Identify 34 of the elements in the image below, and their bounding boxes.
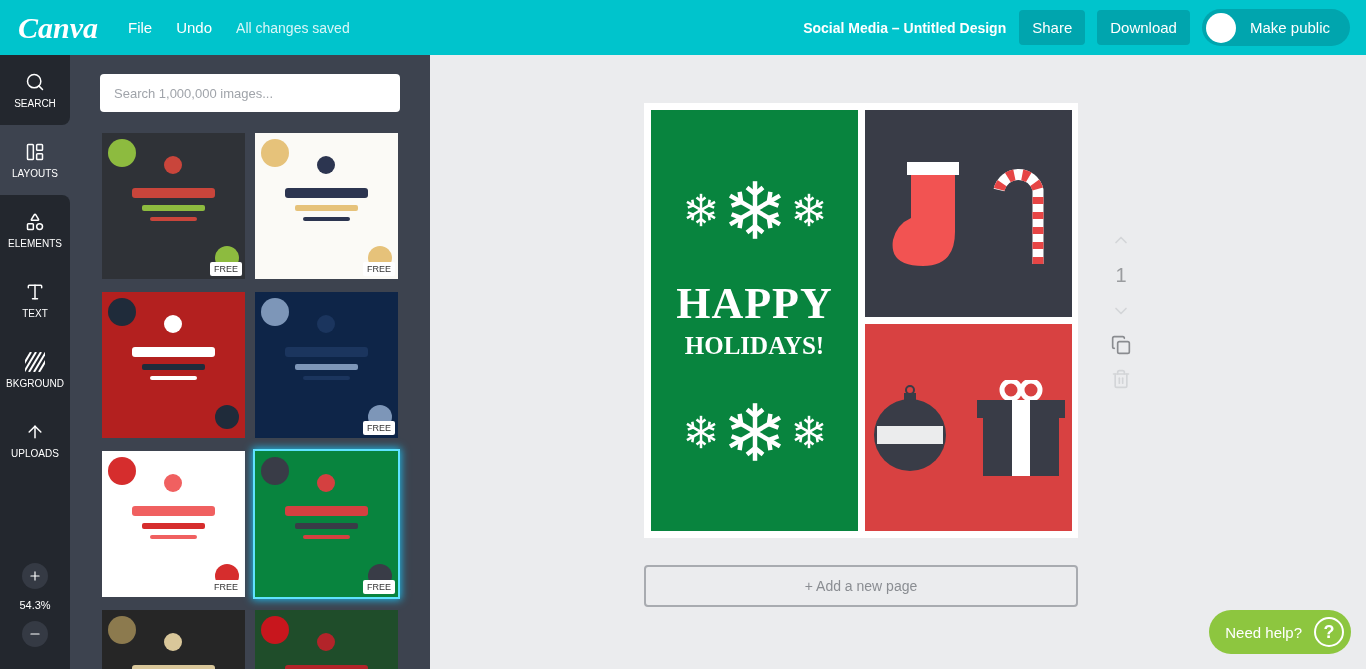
logo[interactable]: Canva	[18, 10, 98, 45]
help-button[interactable]: Need help? ?	[1209, 610, 1351, 654]
zoom-in-button[interactable]	[22, 563, 48, 589]
sidebar-tab[interactable]: SEARCH	[0, 55, 70, 125]
free-badge: FREE	[210, 262, 242, 276]
zoom-level: 54.3%	[19, 599, 51, 611]
save-status: All changes saved	[236, 19, 350, 36]
sidebar-tab[interactable]: ELEMENTS	[0, 195, 70, 265]
shapes-icon	[25, 211, 45, 232]
share-button[interactable]: Share	[1019, 10, 1086, 45]
layout-icon	[25, 141, 45, 162]
menu-item[interactable]: File	[128, 19, 153, 36]
free-badge: FREE	[363, 262, 395, 276]
make-public-toggle[interactable]: Make public	[1201, 9, 1350, 46]
page-number: 1	[1115, 264, 1127, 287]
hatch-icon	[25, 351, 45, 372]
free-badge: FREE	[363, 580, 395, 594]
ornament-icon	[872, 383, 947, 472]
download-button[interactable]: Download	[1097, 10, 1190, 45]
sidebar-tab[interactable]: BKGROUND	[0, 335, 70, 405]
plus-icon	[28, 569, 42, 583]
gift-icon	[976, 379, 1065, 476]
sidebar-tab[interactable]: UPLOADS	[0, 405, 70, 475]
search-icon	[25, 71, 45, 92]
design-title: Social Media – Untitled Design	[803, 19, 1007, 36]
add-page-button[interactable]: + Add a new page	[644, 565, 1078, 607]
sidebar-tab[interactable]: TEXT	[0, 265, 70, 335]
headline: HAPPY	[676, 281, 833, 326]
zoom-out-button[interactable]	[22, 621, 48, 647]
menu-item[interactable]: Undo	[176, 19, 213, 36]
free-badge: FREE	[363, 421, 395, 435]
search-field[interactable]: Search 1,000,000 images...	[100, 74, 400, 112]
subheadline: HOLIDAYS!	[684, 331, 825, 360]
duplicate-icon[interactable]	[1111, 335, 1131, 355]
